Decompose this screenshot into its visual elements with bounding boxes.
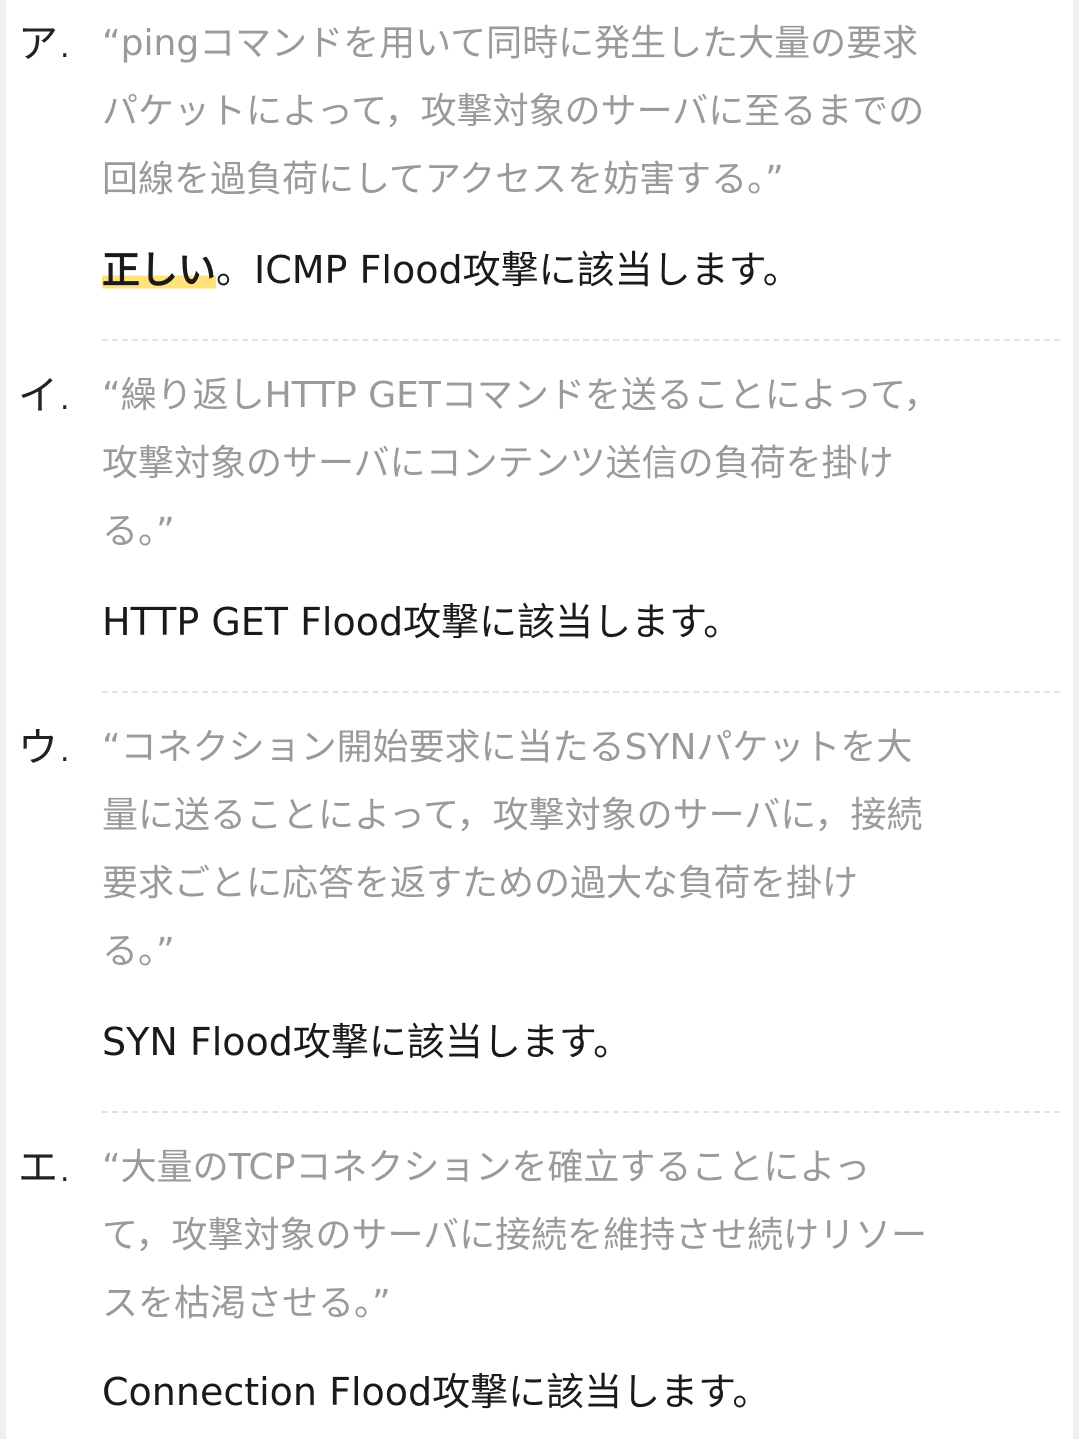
quote-line: 攻撃対象のサーバにコンテンツ送信の負荷を掛け: [102, 443, 894, 484]
option-i-marker: イ.: [18, 373, 70, 419]
answer-text: Connection Flood攻撃に該当します。: [102, 1370, 771, 1414]
option-i-quote: “繰り返しHTTP GETコマンドを送ることによって， 攻撃対象のサーバにコンテ…: [102, 362, 1060, 566]
option-u-marker: ウ.: [18, 725, 70, 771]
quote-line: “大量のTCPコネクションを確立することによっ: [102, 1147, 871, 1188]
option-a-marker: ア.: [18, 21, 70, 67]
divider: [102, 339, 1060, 341]
quote-line: 要求ごとに応答を返すための過大な負荷を掛け: [102, 863, 859, 904]
quote-line: る。”: [102, 931, 175, 972]
option-i-answer: HTTP GET Flood攻撃に該当します。: [102, 592, 1060, 652]
option-u-quote: “コネクション開始要求に当たるSYNパケットを大 量に送ることによって，攻撃対象…: [102, 714, 1060, 986]
quote-line: “繰り返しHTTP GETコマンドを送ることによって，: [102, 375, 940, 416]
quote-line: “コネクション開始要求に当たるSYNパケットを大: [102, 727, 913, 768]
answer-text: HTTP GET Flood攻撃に該当します。: [102, 600, 742, 644]
quote-line: パケットによって，攻撃対象のサーバに至るまでの: [102, 91, 925, 132]
quote-line: て，攻撃対象のサーバに接続を維持させ続けリソー: [102, 1215, 928, 1256]
answer-text: 。ICMP Flood攻撃に該当します。: [216, 248, 801, 292]
option-e-marker: エ.: [18, 1145, 70, 1191]
quote-line: 量に送ることによって，攻撃対象のサーバに，接続: [102, 795, 923, 836]
option-u-answer: SYN Flood攻撃に該当します。: [102, 1012, 1060, 1072]
option-e-answer: Connection Flood攻撃に該当します。: [102, 1362, 1060, 1422]
answer-text: SYN Flood攻撃に該当します。: [102, 1020, 632, 1064]
option-a-answer: 正しい。ICMP Flood攻撃に該当します。: [102, 240, 1060, 300]
divider: [102, 1111, 1060, 1113]
quote-line: 回線を過負荷にしてアクセスを妨害する。”: [102, 159, 784, 200]
divider: [102, 691, 1060, 693]
explanation-page: ア. “pingコマンドを用いて同時に発生した大量の要求 パケットによって，攻撃…: [0, 0, 1079, 1439]
correct-highlight: 正しい: [102, 248, 217, 292]
quote-line: “pingコマンドを用いて同時に発生した大量の要求: [102, 23, 919, 64]
option-a-quote: “pingコマンドを用いて同時に発生した大量の要求 パケットによって，攻撃対象の…: [102, 10, 1060, 214]
quote-line: スを枯渇させる。”: [102, 1283, 391, 1324]
option-e-quote: “大量のTCPコネクションを確立することによっ て，攻撃対象のサーバに接続を維持…: [102, 1134, 1060, 1338]
quote-line: る。”: [102, 511, 175, 552]
